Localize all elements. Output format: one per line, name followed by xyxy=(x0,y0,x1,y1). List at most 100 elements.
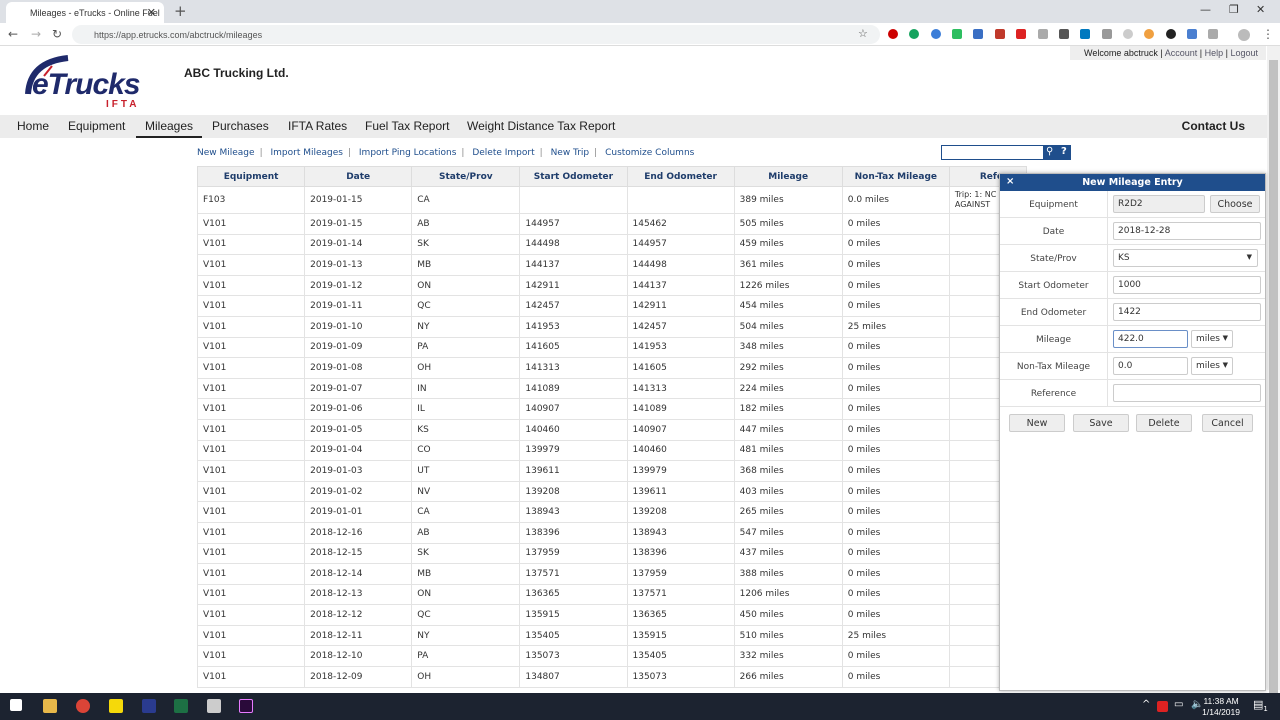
close-icon[interactable]: × xyxy=(1006,176,1014,187)
table-row[interactable]: V101 2018-12-11 NY 135405 135915 510 miles 25 … xyxy=(196,624,1028,647)
etrucks-logo[interactable]: eTrucks IFTA xyxy=(18,54,158,110)
table-row[interactable]: V101 2019-01-12 ON 142911 144137 1226 miles 0 … xyxy=(196,274,1028,297)
table-row[interactable]: V101 2019-01-08 OH 141313 141605 292 miles 0 m… xyxy=(196,357,1028,379)
reload-icon[interactable]: ↻ xyxy=(52,27,62,41)
extension-icon[interactable] xyxy=(1016,29,1026,39)
save-button[interactable]: Save xyxy=(1073,414,1129,432)
extension-icon[interactable] xyxy=(1144,29,1154,39)
trello-extension-icon[interactable] xyxy=(1080,29,1090,39)
help-icon[interactable]: ? xyxy=(1061,146,1067,157)
app-icon[interactable] xyxy=(109,699,123,713)
new-trip-link[interactable]: New Trip xyxy=(551,148,590,158)
table-row[interactable]: V101 2019-01-02 NV 139208 139611 403 miles 0 m… xyxy=(196,480,1028,503)
mileage-field[interactable]: 422.0 xyxy=(1113,330,1188,348)
profile-avatar-icon[interactable] xyxy=(1238,29,1250,41)
logout-link[interactable]: Logout xyxy=(1230,48,1258,58)
customize-columns-link[interactable]: Customize Columns xyxy=(605,148,694,158)
column-header[interactable]: Non-Tax Mileage xyxy=(841,166,950,187)
import-ping-locations-link[interactable]: Import Ping Locations xyxy=(359,148,457,158)
tray-chevron-icon[interactable]: ^ xyxy=(1142,699,1150,710)
chrome-icon[interactable] xyxy=(76,699,90,713)
menu-fuel-tax-report[interactable]: Fuel Tax Report xyxy=(365,119,450,133)
table-row[interactable]: V101 2019-01-15 AB 144957 145462 505 miles 0 m… xyxy=(196,213,1028,235)
table-row[interactable]: V101 2019-01-13 MB 144137 144498 361 miles 0 m… xyxy=(196,254,1028,276)
menu-home[interactable]: Home xyxy=(17,119,49,133)
page-scrollbar[interactable] xyxy=(1267,46,1280,696)
menu-ifta-rates[interactable]: IFTA Rates xyxy=(288,119,347,133)
url-input[interactable]: https://app.etrucks.com/abctruck/mileage… xyxy=(72,25,880,44)
extension-icon[interactable] xyxy=(931,29,941,39)
back-icon[interactable]: ← xyxy=(8,27,18,41)
extension-icon[interactable] xyxy=(1166,29,1176,39)
notifications-icon[interactable]: ▤1 xyxy=(1253,698,1268,713)
date-field[interactable]: 2018-12-28 xyxy=(1113,222,1261,240)
import-mileages-link[interactable]: Import Mileages xyxy=(270,148,343,158)
column-header[interactable]: Mileage xyxy=(733,166,843,187)
menu-weight-distance-tax-report[interactable]: Weight Distance Tax Report xyxy=(467,119,615,133)
table-row[interactable]: F103 2019-01-15 CA 389 miles 0.0 miles Trip: … xyxy=(196,186,1028,214)
table-row[interactable]: V101 2018-12-14 MB 137571 137959 388 miles 0 m… xyxy=(196,563,1028,585)
non-tax-mileage-field[interactable]: 0.0 xyxy=(1113,357,1188,375)
restore-icon[interactable]: ❐ xyxy=(1229,3,1239,16)
browser-tab[interactable]: Mileages - eTrucks - Online Fuel ✕ xyxy=(6,2,164,23)
new-mileage-link[interactable]: New Mileage xyxy=(197,148,255,158)
table-row[interactable]: V101 2018-12-16 AB 138396 138943 547 miles 0 m… xyxy=(196,521,1028,544)
table-row[interactable]: V101 2019-01-03 UT 139611 139979 368 miles 0 m… xyxy=(196,460,1028,482)
file-explorer-icon[interactable] xyxy=(43,699,57,713)
account-link[interactable]: Account xyxy=(1165,48,1198,58)
table-row[interactable]: V101 2018-12-09 OH 134807 135073 266 miles 0 m… xyxy=(196,666,1028,688)
table-row[interactable]: V101 2019-01-06 IL 140907 141089 182 miles 0 m… xyxy=(196,398,1028,420)
mileage-unit-select[interactable]: miles ▼ xyxy=(1191,330,1233,348)
opera-extension-icon[interactable] xyxy=(888,29,898,39)
table-row[interactable]: V101 2019-01-07 IN 141089 141313 224 miles 0 m… xyxy=(196,377,1028,400)
column-header[interactable]: End Odometer xyxy=(626,166,735,187)
clock[interactable]: 11:38 AM 1/14/2019 xyxy=(1202,696,1240,718)
new-button[interactable]: New xyxy=(1009,414,1065,432)
table-row[interactable]: V101 2018-12-12 QC 135915 136365 450 miles 0 m… xyxy=(196,604,1028,626)
contact-us-link[interactable]: Contact Us xyxy=(1182,119,1245,133)
help-link[interactable]: Help xyxy=(1205,48,1224,58)
table-row[interactable]: V101 2019-01-11 QC 142457 142911 454 miles 0 m… xyxy=(196,295,1028,317)
extension-icon[interactable] xyxy=(1102,29,1112,39)
table-row[interactable]: V101 2019-01-04 CO 139979 140460 481 miles 0 m… xyxy=(196,439,1028,462)
search-input[interactable] xyxy=(942,146,1043,159)
column-header[interactable]: Start Odometer xyxy=(519,166,628,187)
extension-icon[interactable] xyxy=(1059,29,1069,39)
tray-app-icon[interactable] xyxy=(1157,701,1168,712)
table-row[interactable]: V101 2019-01-09 PA 141605 141953 348 miles 0 m… xyxy=(196,336,1028,359)
premiere-icon[interactable] xyxy=(239,699,253,713)
reference-field[interactable] xyxy=(1113,384,1261,402)
delete-import-link[interactable]: Delete Import xyxy=(472,148,534,158)
end-odometer-field[interactable]: 1422 xyxy=(1113,303,1261,321)
state-select[interactable]: KS ▼ xyxy=(1113,249,1258,267)
choose-button[interactable]: Choose xyxy=(1210,195,1260,213)
menu-purchases[interactable]: Purchases xyxy=(212,119,269,133)
bookmark-star-icon[interactable]: ☆ xyxy=(858,27,868,40)
delete-button[interactable]: Delete xyxy=(1136,414,1192,432)
menu-equipment[interactable]: Equipment xyxy=(68,119,125,133)
new-tab-icon[interactable]: + xyxy=(174,2,187,20)
close-window-icon[interactable]: ✕ xyxy=(1256,3,1265,16)
extension-icon[interactable] xyxy=(995,29,1005,39)
app-icon[interactable] xyxy=(207,699,221,713)
search-icon[interactable]: ⚲ xyxy=(1046,146,1053,157)
windows-start-icon[interactable] xyxy=(10,699,22,711)
extension-icon[interactable] xyxy=(1187,29,1197,39)
extension-icon[interactable] xyxy=(973,29,983,39)
menu-mileages[interactable]: Mileages xyxy=(136,119,203,138)
app-icon[interactable] xyxy=(142,699,156,713)
column-header[interactable]: Date xyxy=(304,166,413,187)
excel-icon[interactable] xyxy=(174,699,188,713)
extension-icon[interactable] xyxy=(1038,29,1048,39)
table-row[interactable]: V101 2018-12-10 PA 135073 135405 332 miles 0 m… xyxy=(196,645,1028,668)
cancel-button[interactable]: Cancel xyxy=(1202,414,1253,432)
forward-icon[interactable]: → xyxy=(31,27,41,41)
table-row[interactable]: V101 2018-12-13 ON 136365 137571 1206 miles 0 … xyxy=(196,583,1028,606)
table-row[interactable]: V101 2019-01-05 KS 140460 140907 447 miles 0 m… xyxy=(196,418,1028,441)
column-header[interactable]: State/Prov xyxy=(411,166,521,187)
non-tax-unit-select[interactable]: miles ▼ xyxy=(1191,357,1233,375)
menu-kebab-icon[interactable]: ⋮ xyxy=(1262,27,1274,41)
table-row[interactable]: V101 2019-01-10 NY 141953 142457 504 miles 25 … xyxy=(196,315,1028,338)
extension-icon[interactable] xyxy=(1208,29,1218,39)
minimize-icon[interactable]: — xyxy=(1200,3,1211,16)
